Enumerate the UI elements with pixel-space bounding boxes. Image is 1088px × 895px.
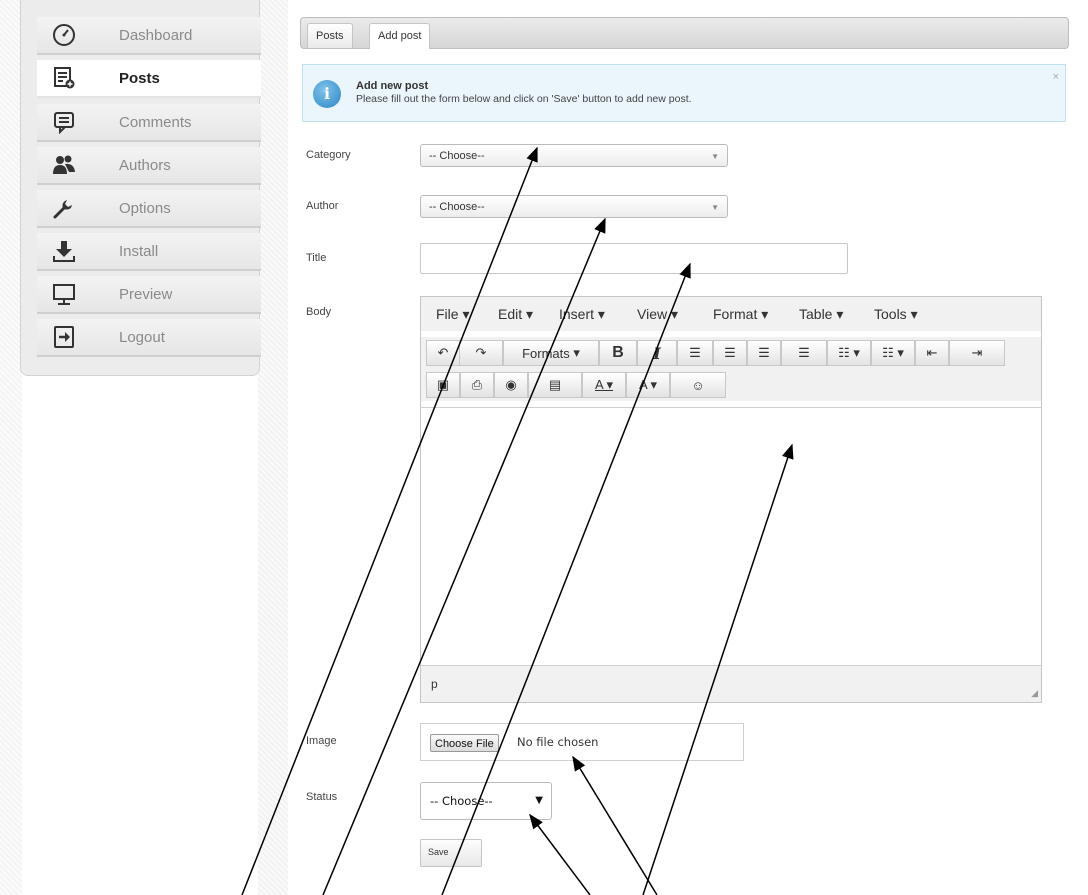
arrow-to-title (441, 262, 691, 895)
arrow-to-body (642, 443, 794, 895)
arrow-to-category (241, 146, 538, 895)
annotation-arrows (241, 146, 794, 895)
arrow-to-author (322, 217, 606, 895)
arrow-to-status (529, 813, 591, 895)
arrow-to-image (572, 755, 658, 895)
